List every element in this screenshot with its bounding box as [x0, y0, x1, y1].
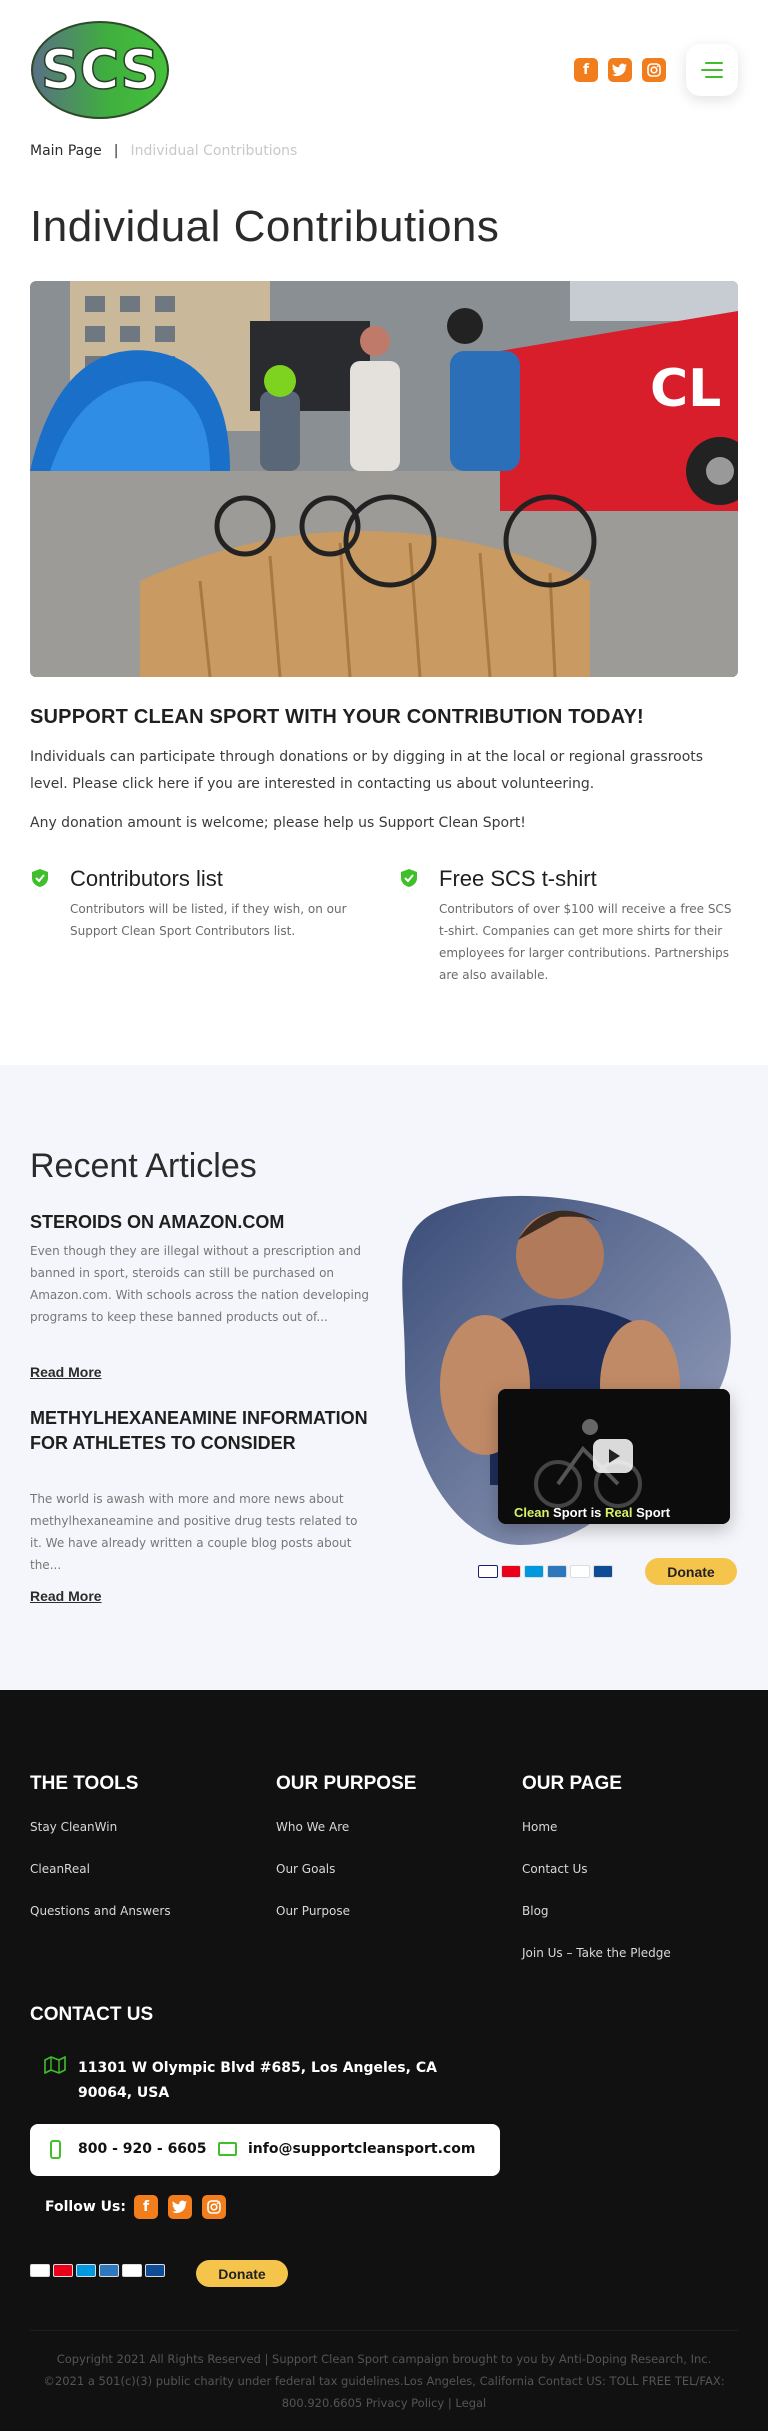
- footer-link[interactable]: Stay CleanWin: [30, 1820, 117, 1834]
- hamburger-icon-line: [705, 76, 723, 78]
- phone-icon: [50, 2140, 61, 2159]
- recent-articles-heading: Recent Articles: [30, 1147, 257, 1185]
- payment-cards: [30, 2264, 165, 2277]
- hamburger-icon-line: [705, 62, 723, 64]
- article-title[interactable]: STEROIDS ON AMAZON.COM: [30, 1210, 370, 1235]
- discover-card-icon: [122, 2264, 142, 2277]
- footer-link[interactable]: Who We Are: [276, 1820, 349, 1834]
- shield-check-icon: [401, 869, 417, 887]
- mastercard-icon: [53, 2264, 73, 2277]
- feature-body: Contributors of over $100 will receive a…: [439, 902, 732, 982]
- footer-column-title: OUR PAGE: [522, 1773, 622, 1794]
- footer-link[interactable]: Blog: [522, 1904, 549, 1918]
- email-address[interactable]: info@supportcleansport.com: [248, 2141, 475, 2157]
- article-excerpt: Even though they are illegal without a p…: [30, 1244, 370, 1324]
- facebook-icon[interactable]: f: [134, 2195, 158, 2219]
- footer-link[interactable]: Our Goals: [276, 1862, 335, 1876]
- footer-socials: f: [134, 2195, 226, 2219]
- instagram-icon[interactable]: [202, 2195, 226, 2219]
- support-paragraph-2: Any donation amount is welcome; please h…: [30, 815, 526, 831]
- shield-check-icon: [32, 869, 48, 887]
- breadcrumb-home-link[interactable]: Main Page: [30, 143, 102, 159]
- feature-body: Contributors will be listed, if they wis…: [70, 902, 347, 938]
- support-paragraph-1: Individuals can participate through dona…: [30, 749, 704, 792]
- page: SCS f Main Page | Individual Contributio…: [0, 0, 768, 2431]
- copyright-text: Copyright 2021 All Rights Reserved | Sup…: [43, 2352, 725, 2410]
- caption-word: Sport is: [549, 1505, 606, 1520]
- footer-link[interactable]: Contact Us: [522, 1862, 588, 1876]
- footer-link[interactable]: Questions and Answers: [30, 1904, 171, 1918]
- hamburger-icon-line: [701, 69, 723, 71]
- amex-card-icon: [99, 2264, 119, 2277]
- jcb-card-icon: [593, 1565, 613, 1578]
- support-heading: SUPPORT CLEAN SPORT WITH YOUR CONTRIBUTI…: [30, 706, 644, 728]
- caption-word: Clean: [514, 1505, 550, 1520]
- maestro-card-icon: [76, 2264, 96, 2277]
- footer-link[interactable]: Home: [522, 1820, 557, 1834]
- contact-box: 800 - 920 - 6605 info@supportcleansport.…: [30, 2124, 500, 2176]
- site-header: SCS f: [0, 0, 768, 140]
- site-footer: THE TOOLS Stay CleanWin CleanReal Questi…: [0, 1690, 768, 2431]
- discover-card-icon: [570, 1565, 590, 1578]
- breadcrumb-current: Individual Contributions: [130, 143, 298, 159]
- video-caption: Clean Sport is Real Sport: [514, 1505, 670, 1520]
- payment-cards: [478, 1565, 613, 1578]
- donate-button[interactable]: Donate: [196, 2260, 288, 2287]
- instagram-icon[interactable]: [642, 58, 666, 82]
- donate-button[interactable]: Donate: [645, 1558, 737, 1585]
- map-icon: [44, 2056, 66, 2074]
- caption-word: Sport: [632, 1505, 671, 1520]
- header-socials: f: [574, 58, 666, 82]
- breadcrumb: Main Page | Individual Contributions: [30, 143, 297, 159]
- hero-image: CL: [30, 281, 738, 677]
- phone-number[interactable]: 800 - 920 - 6605: [78, 2141, 207, 2157]
- footer-link[interactable]: Join Us – Take the Pledge: [522, 1946, 671, 1960]
- twitter-icon[interactable]: [608, 58, 632, 82]
- caption-word: Real: [605, 1505, 633, 1520]
- footer-column-title: OUR PURPOSE: [276, 1773, 417, 1794]
- read-more-link[interactable]: Read More: [30, 1588, 102, 1604]
- amex-card-icon: [547, 1565, 567, 1578]
- visa-card-icon: [478, 1565, 498, 1578]
- twitter-icon[interactable]: [168, 2195, 192, 2219]
- facebook-icon[interactable]: f: [574, 58, 598, 82]
- footer-divider: [30, 2330, 738, 2331]
- scs-logo[interactable]: SCS: [30, 20, 170, 120]
- footer-link[interactable]: Our Purpose: [276, 1904, 350, 1918]
- follow-label: Follow Us:: [45, 2199, 126, 2215]
- menu-button[interactable]: [686, 44, 738, 96]
- read-more-link[interactable]: Read More: [30, 1364, 102, 1380]
- jcb-card-icon: [145, 2264, 165, 2277]
- visa-card-icon: [30, 2264, 50, 2277]
- page-title: Individual Contributions: [30, 202, 500, 251]
- mail-icon: [218, 2142, 237, 2156]
- footer-column-title: THE TOOLS: [30, 1773, 139, 1794]
- svg-text:SCS: SCS: [41, 38, 159, 101]
- feature-title: Contributors list: [70, 866, 223, 891]
- article-excerpt: The world is awash with more and more ne…: [30, 1492, 358, 1572]
- contact-title: CONTACT US: [30, 2004, 154, 2025]
- breadcrumb-separator: |: [113, 143, 119, 159]
- feature-title: Free SCS t-shirt: [439, 866, 597, 891]
- svg-text:CL: CL: [650, 359, 721, 419]
- video-player[interactable]: Clean Sport is Real Sport: [498, 1389, 730, 1524]
- mastercard-icon: [501, 1565, 521, 1578]
- footer-link[interactable]: CleanReal: [30, 1862, 90, 1876]
- maestro-card-icon: [524, 1565, 544, 1578]
- address: 11301 W Olympic Blvd #685, Los Angeles, …: [78, 2060, 437, 2101]
- play-icon[interactable]: [593, 1439, 633, 1473]
- article-title[interactable]: METHYLHEXANEAMINE INFORMATION FOR ATHLET…: [30, 1406, 370, 1456]
